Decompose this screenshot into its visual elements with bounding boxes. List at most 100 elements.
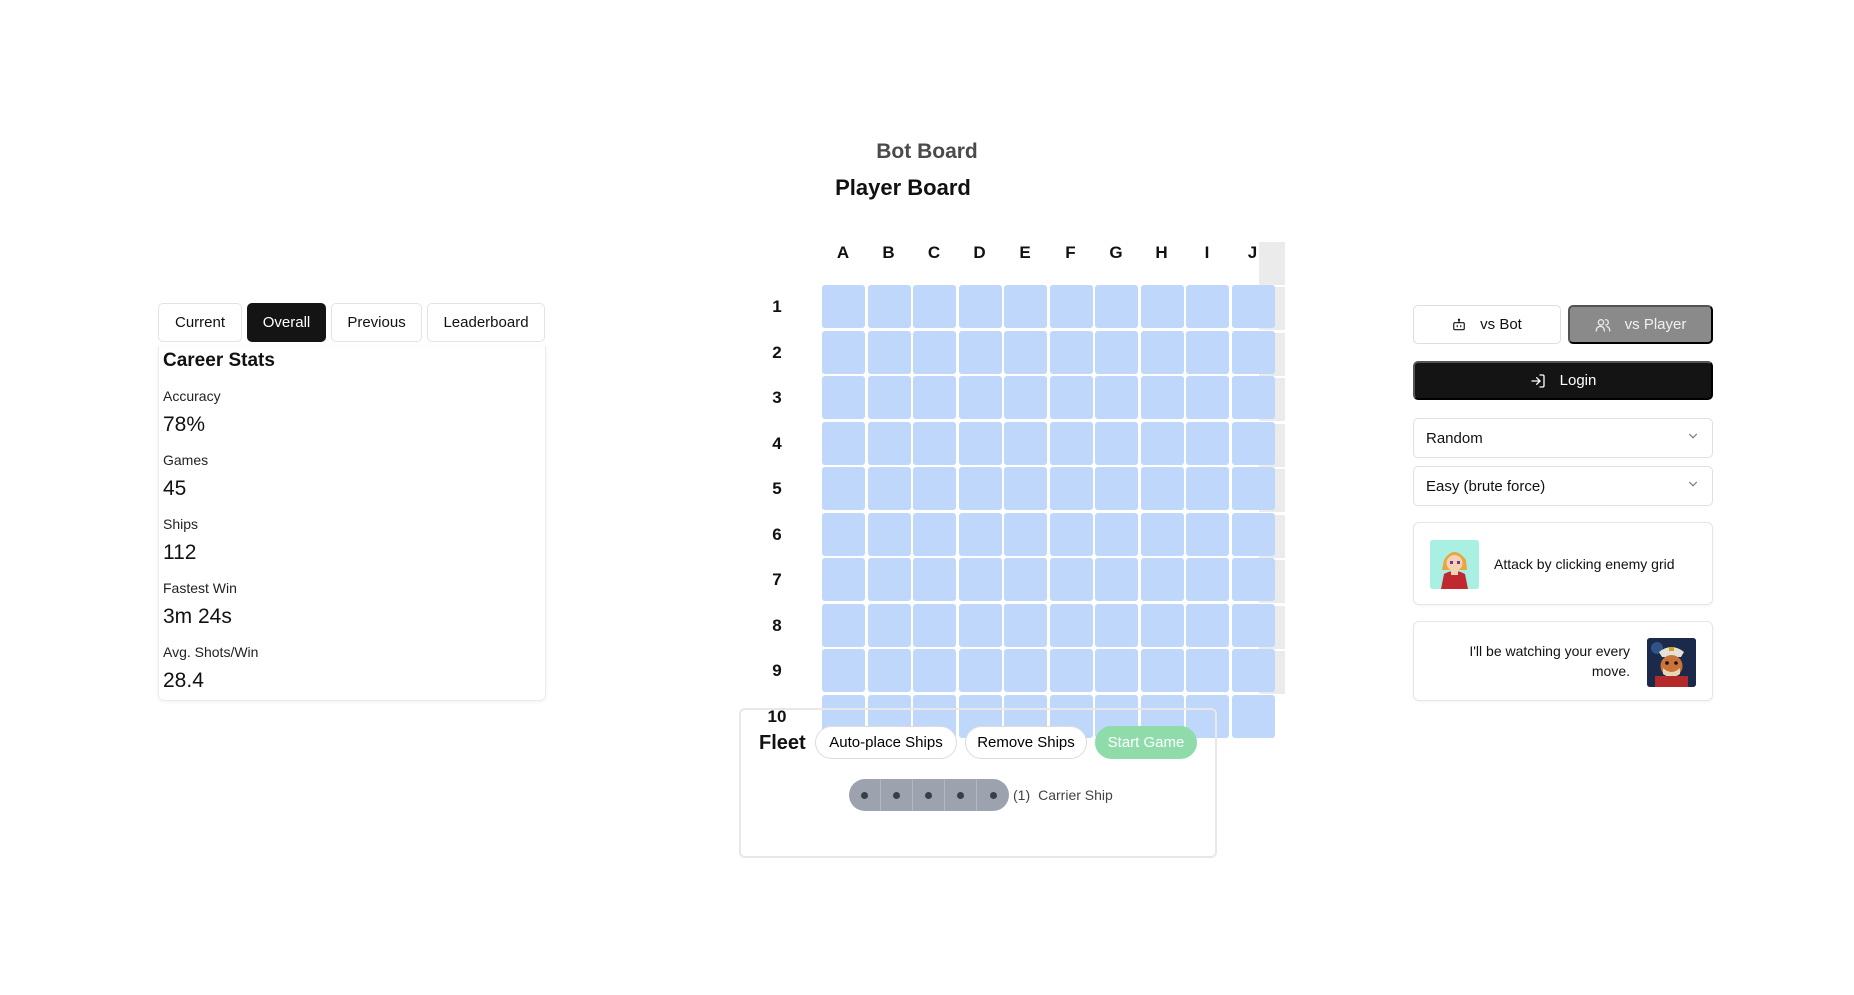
board-cell-i3[interactable] (1186, 376, 1229, 419)
tab-previous[interactable]: Previous (331, 303, 422, 342)
board-cell-c3[interactable] (913, 376, 956, 419)
board-cell-f4[interactable] (1049, 421, 1093, 465)
board-cell-j1[interactable] (1231, 285, 1275, 328)
board-cell-i9[interactable] (1186, 649, 1229, 692)
board-cell-f2[interactable] (1049, 330, 1093, 374)
board-cell-e4[interactable] (1004, 421, 1047, 465)
board-cell-d8[interactable] (958, 603, 1002, 647)
board-cell-f6[interactable] (1049, 512, 1093, 556)
board-cell-d4[interactable] (958, 421, 1002, 465)
carrier-ship[interactable]: (1) Carrier Ship (849, 779, 1113, 811)
board-cell-c5[interactable] (913, 467, 956, 510)
board-cell-c4[interactable] (913, 421, 956, 465)
board-cell-j5[interactable] (1231, 467, 1275, 510)
board-cell-a6[interactable] (822, 512, 865, 556)
board-cell-f5[interactable] (1049, 467, 1093, 510)
board-cell-b5[interactable] (867, 467, 911, 510)
board-cell-d6[interactable] (958, 512, 1002, 556)
board-cell-g2[interactable] (1095, 330, 1138, 374)
board-cell-h8[interactable] (1140, 603, 1184, 647)
board-cell-h3[interactable] (1140, 376, 1184, 419)
board-cell-i6[interactable] (1186, 512, 1229, 556)
board-cell-d5[interactable] (958, 467, 1002, 510)
board-cell-j2[interactable] (1231, 330, 1275, 374)
auto-place-ships-button[interactable]: Auto-place Ships (815, 726, 957, 759)
board-cell-g3[interactable] (1095, 376, 1138, 419)
tab-overall[interactable]: Overall (247, 303, 326, 342)
board-cell-i1[interactable] (1186, 285, 1229, 328)
board-cell-b6[interactable] (867, 512, 911, 556)
board-cell-e5[interactable] (1004, 467, 1047, 510)
board-cell-d1[interactable] (958, 285, 1002, 328)
board-cell-g8[interactable] (1095, 603, 1138, 647)
board-cell-b3[interactable] (867, 376, 911, 419)
board-cell-i2[interactable] (1186, 330, 1229, 374)
board-cell-e6[interactable] (1004, 512, 1047, 556)
board-cell-f1[interactable] (1049, 285, 1093, 328)
vs-player-button[interactable]: vs Player (1568, 305, 1713, 344)
board-cell-d9[interactable] (958, 649, 1002, 692)
board-cell-j3[interactable] (1231, 376, 1275, 419)
board-cell-h5[interactable] (1140, 467, 1184, 510)
remove-ships-button[interactable]: Remove Ships (965, 726, 1087, 759)
board-cell-h4[interactable] (1140, 421, 1184, 465)
board-cell-b9[interactable] (867, 649, 911, 692)
board-cell-h7[interactable] (1140, 558, 1184, 601)
tab-current[interactable]: Current (158, 303, 242, 342)
board-cell-a9[interactable] (822, 649, 865, 692)
board-cell-i7[interactable] (1186, 558, 1229, 601)
vs-bot-button[interactable]: vs Bot (1413, 305, 1561, 344)
board-cell-e9[interactable] (1004, 649, 1047, 692)
board-cell-g1[interactable] (1095, 285, 1138, 328)
board-cell-j6[interactable] (1231, 512, 1275, 556)
board-cell-a1[interactable] (822, 285, 865, 328)
board-cell-g5[interactable] (1095, 467, 1138, 510)
board-cell-e1[interactable] (1004, 285, 1047, 328)
board-cell-f3[interactable] (1049, 376, 1093, 419)
board-cell-b7[interactable] (867, 558, 911, 601)
board-cell-e3[interactable] (1004, 376, 1047, 419)
board-cell-h1[interactable] (1140, 285, 1184, 328)
board-cell-d2[interactable] (958, 330, 1002, 374)
board-cell-a8[interactable] (822, 603, 865, 647)
board-cell-c9[interactable] (913, 649, 956, 692)
board-cell-c1[interactable] (913, 285, 956, 328)
board-cell-b4[interactable] (867, 421, 911, 465)
board-cell-a2[interactable] (822, 330, 865, 374)
board-cell-a7[interactable] (822, 558, 865, 601)
difficulty-select[interactable]: Easy (brute force) (1413, 466, 1713, 506)
board-cell-g4[interactable] (1095, 421, 1138, 465)
board-cell-b8[interactable] (867, 603, 911, 647)
board-cell-i8[interactable] (1186, 603, 1229, 647)
board-cell-g6[interactable] (1095, 512, 1138, 556)
board-cell-j8[interactable] (1231, 603, 1275, 647)
board-cell-j10[interactable] (1231, 694, 1275, 738)
login-button[interactable]: Login (1413, 361, 1713, 400)
board-cell-a5[interactable] (822, 467, 865, 510)
board-cell-b1[interactable] (867, 285, 911, 328)
tab-leaderboard[interactable]: Leaderboard (427, 303, 545, 342)
board-cell-g9[interactable] (1095, 649, 1138, 692)
board-cell-j9[interactable] (1231, 649, 1275, 692)
board-cell-h2[interactable] (1140, 330, 1184, 374)
placement-mode-select[interactable]: Random (1413, 418, 1713, 458)
board-cell-j7[interactable] (1231, 558, 1275, 601)
board-cell-c6[interactable] (913, 512, 956, 556)
start-game-button[interactable]: Start Game (1095, 726, 1197, 759)
board-cell-g7[interactable] (1095, 558, 1138, 601)
board-cell-e2[interactable] (1004, 330, 1047, 374)
board-cell-f8[interactable] (1049, 603, 1093, 647)
board-cell-c8[interactable] (913, 603, 956, 647)
board-cell-d7[interactable] (958, 558, 1002, 601)
board-cell-i4[interactable] (1186, 421, 1229, 465)
board-cell-a4[interactable] (822, 421, 865, 465)
board-cell-e8[interactable] (1004, 603, 1047, 647)
board-cell-f9[interactable] (1049, 649, 1093, 692)
board-cell-a3[interactable] (822, 376, 865, 419)
board-cell-e7[interactable] (1004, 558, 1047, 601)
board-cell-d3[interactable] (958, 376, 1002, 419)
board-cell-c7[interactable] (913, 558, 956, 601)
board-cell-h9[interactable] (1140, 649, 1184, 692)
board-cell-b2[interactable] (867, 330, 911, 374)
board-cell-j4[interactable] (1231, 421, 1275, 465)
